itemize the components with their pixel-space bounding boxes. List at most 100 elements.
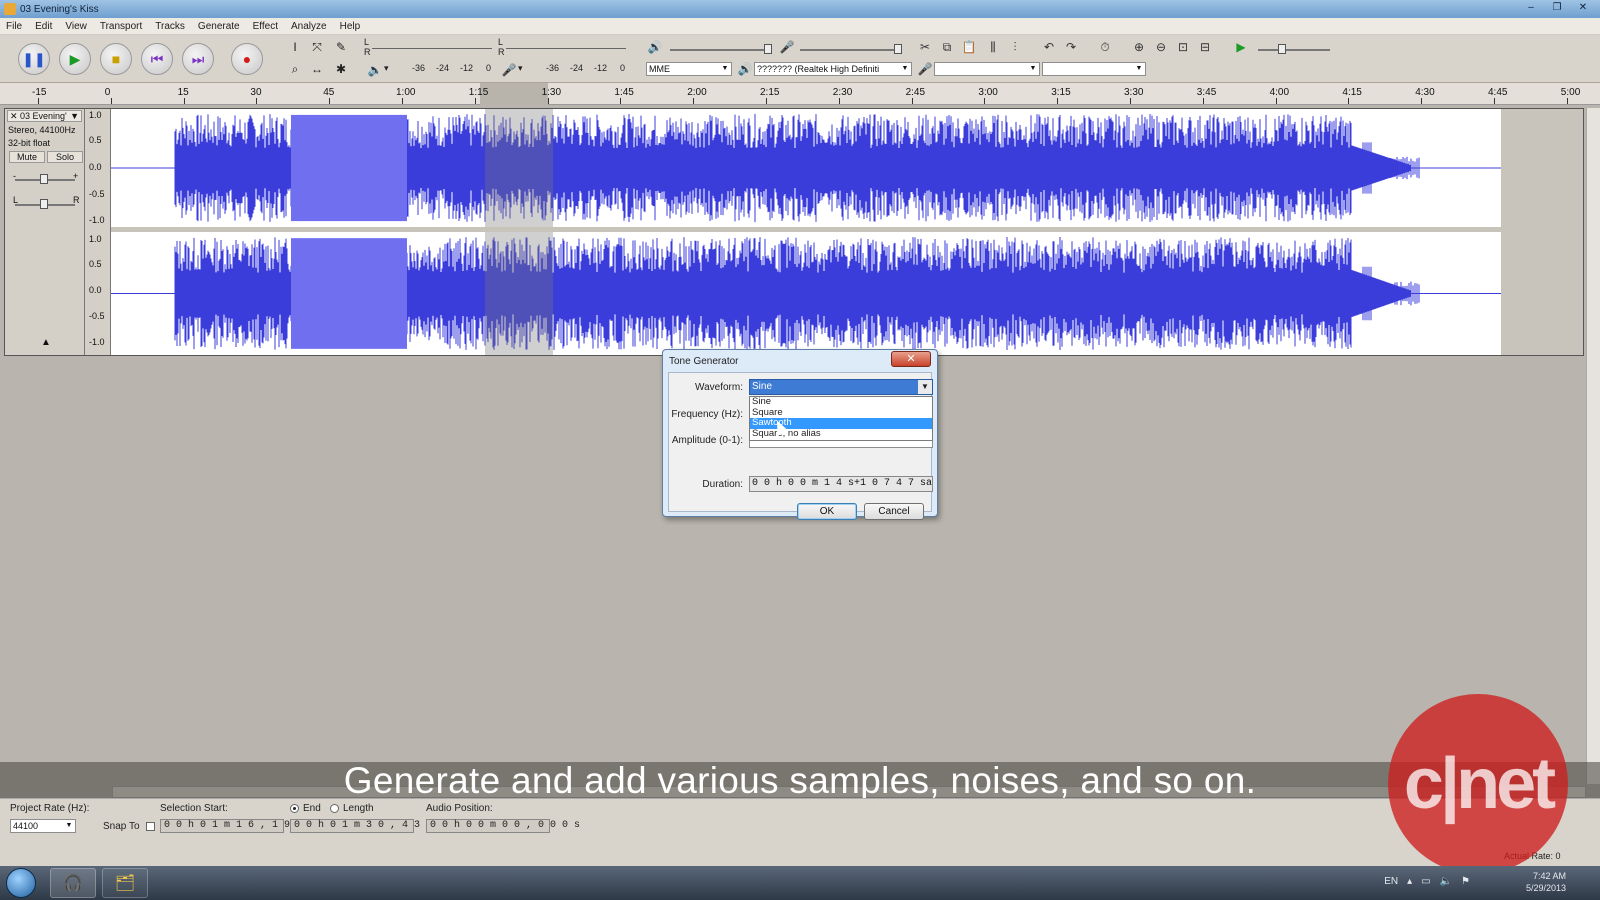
mute-button[interactable]: Mute xyxy=(9,151,45,163)
network-icon[interactable]: ▭ xyxy=(1421,876,1430,887)
speaker-icon[interactable]: 🔈 xyxy=(366,61,384,79)
selection-end-time[interactable]: 0 0 h 0 1 m 3 0 , 4 3 9 s xyxy=(290,819,444,833)
envelope-tool-icon[interactable]: ⤧ xyxy=(308,38,326,56)
timeshift-tool-icon[interactable]: ↔ xyxy=(308,60,326,78)
language-indicator[interactable]: EN xyxy=(1384,876,1398,887)
record-icon: ● xyxy=(242,51,252,67)
waveform-select[interactable]: Sine ▼ xyxy=(749,379,933,395)
ruler-tick-mark xyxy=(474,98,476,104)
chevron-down-icon: ▼ xyxy=(918,380,932,394)
copy-icon[interactable]: ⧉ xyxy=(938,38,956,56)
skip-start-button[interactable]: ⏮ xyxy=(141,43,173,75)
pan-knob[interactable] xyxy=(40,199,48,209)
end-radio[interactable] xyxy=(290,804,299,813)
audacity-icon xyxy=(4,3,16,15)
trim-icon[interactable]: ⫼ xyxy=(984,38,1002,56)
gain-knob[interactable] xyxy=(40,174,48,184)
silence-icon[interactable]: ⫶ xyxy=(1006,38,1024,56)
playback-meter[interactable] xyxy=(372,37,492,49)
skip-end-button[interactable]: ⏭ xyxy=(182,43,214,75)
vertical-scrollbar[interactable] xyxy=(1586,108,1600,784)
waveform-right-channel[interactable] xyxy=(111,232,1502,355)
menu-help[interactable]: Help xyxy=(340,21,361,32)
ok-button[interactable]: OK xyxy=(797,503,857,520)
play-speed-slider[interactable] xyxy=(1258,49,1330,51)
stop-button[interactable]: ■ xyxy=(100,43,132,75)
ruler-tick-label: 30 xyxy=(250,87,262,98)
record-meter[interactable] xyxy=(506,37,626,49)
taskbar-app[interactable]: 🗂 xyxy=(102,868,148,898)
restore-button[interactable]: ❐ xyxy=(1546,1,1568,15)
menu-generate[interactable]: Generate xyxy=(198,21,240,32)
length-radio[interactable] xyxy=(330,804,339,813)
undo-icon[interactable]: ↶ xyxy=(1040,38,1058,56)
track-name-menu[interactable]: ✕ 03 Evening' ▼ xyxy=(7,110,82,122)
chevron-down-icon: ▼ xyxy=(901,65,909,72)
zoom-in-icon[interactable]: ⊕ xyxy=(1130,38,1148,56)
volume-icon[interactable]: 🔈 xyxy=(1440,876,1452,887)
input-channels-select[interactable]: ▼ xyxy=(1042,62,1146,76)
minimize-button[interactable]: – xyxy=(1520,1,1542,15)
pause-button[interactable]: ❚❚ xyxy=(18,43,50,75)
tray-chevron-icon[interactable]: ▴ xyxy=(1407,876,1412,887)
ruler-tick-label: 15 xyxy=(177,87,189,98)
paste-icon[interactable]: 📋 xyxy=(960,38,978,56)
collapse-track-icon[interactable]: ▲ xyxy=(41,337,51,348)
flag-icon[interactable]: ⚑ xyxy=(1461,876,1470,887)
record-button[interactable]: ● xyxy=(231,43,263,75)
play-speed-knob[interactable] xyxy=(1278,44,1286,54)
output-volume-slider[interactable] xyxy=(670,49,770,51)
ruler-tick-mark xyxy=(693,98,695,104)
input-volume-knob[interactable] xyxy=(894,44,902,54)
audio-position-time[interactable]: 0 0 h 0 0 m 0 0 , 0 0 0 s xyxy=(426,819,580,833)
audio-host-select[interactable]: MME ▼ xyxy=(646,62,732,76)
zoom-tool-icon[interactable]: ⌕ xyxy=(286,60,304,78)
menu-file[interactable]: File xyxy=(6,21,22,32)
output-device-select[interactable]: ??????? (Realtek High Definiti ▼ xyxy=(754,62,912,76)
ruler-tick-mark xyxy=(1057,98,1059,104)
input-volume-slider[interactable] xyxy=(800,49,900,51)
start-button[interactable] xyxy=(6,868,36,898)
selection-start-time[interactable]: 0 0 h 0 1 m 1 6 , 1 9 5 s xyxy=(160,819,314,833)
output-volume-knob[interactable] xyxy=(764,44,772,54)
menu-analyze[interactable]: Analyze xyxy=(291,21,327,32)
multi-tool-icon[interactable]: ✱ xyxy=(332,60,350,78)
draw-tool-icon[interactable]: ✎ xyxy=(332,38,350,56)
microphone-icon[interactable]: 🎤 xyxy=(500,61,518,79)
play-icon: ▶ xyxy=(69,50,81,67)
menu-view[interactable]: View xyxy=(65,21,87,32)
cancel-button[interactable]: Cancel xyxy=(864,503,924,520)
play-at-speed-icon[interactable]: ▶ xyxy=(1232,38,1250,56)
tone-generator-dialog: Tone Generator ✕ Waveform: Sine ▼ Sine S… xyxy=(662,349,938,520)
menu-effect[interactable]: Effect xyxy=(253,21,278,32)
menu-transport[interactable]: Transport xyxy=(100,21,142,32)
snap-to-checkbox[interactable] xyxy=(146,822,155,831)
ruler-tick-label: 4:45 xyxy=(1488,87,1508,98)
selection-tool-icon[interactable]: I xyxy=(286,38,304,56)
waveform-option-sine[interactable]: Sine xyxy=(750,396,932,408)
solo-button[interactable]: Solo xyxy=(47,151,83,163)
fit-selection-icon[interactable]: ⊡ xyxy=(1174,38,1192,56)
duration-input[interactable]: 0 0 h 0 0 m 1 4 s+1 0 7 4 7 samples xyxy=(749,476,933,492)
track-empty-area xyxy=(1501,109,1583,355)
project-rate-select[interactable]: 44100 ▼ xyxy=(10,819,76,833)
fit-project-icon[interactable]: ⊟ xyxy=(1196,38,1214,56)
play-button[interactable]: ▶ xyxy=(59,43,91,75)
taskbar-audacity[interactable]: 🎧 xyxy=(50,868,96,898)
close-window-button[interactable]: ✕ xyxy=(1572,1,1594,15)
menu-tracks[interactable]: Tracks xyxy=(155,21,185,32)
close-track-icon[interactable]: ✕ xyxy=(10,111,18,121)
waveform-left-channel[interactable] xyxy=(111,109,1502,227)
menu-edit[interactable]: Edit xyxy=(35,21,52,32)
clock[interactable]: 7:42 AM 5/29/2013 xyxy=(1526,870,1566,894)
cut-icon[interactable]: ✂ xyxy=(916,38,934,56)
zoom-out-icon[interactable]: ⊖ xyxy=(1152,38,1170,56)
waveform-tail-path xyxy=(1362,142,1420,194)
input-device-select[interactable]: ▼ xyxy=(934,62,1040,76)
rec-meter-tick-0: 0 xyxy=(620,63,626,73)
redo-icon[interactable]: ↷ xyxy=(1062,38,1080,56)
timeline-ruler[interactable]: -15 0 15 30 45 1:00 1:15 1:30 1:45 2:00 2:15 2:30 2:… xyxy=(0,83,1600,105)
dialog-close-button[interactable]: ✕ xyxy=(891,351,931,367)
ruler-tick-label: 0 xyxy=(104,87,111,98)
sync-lock-icon[interactable]: ⏱ xyxy=(1096,38,1114,56)
